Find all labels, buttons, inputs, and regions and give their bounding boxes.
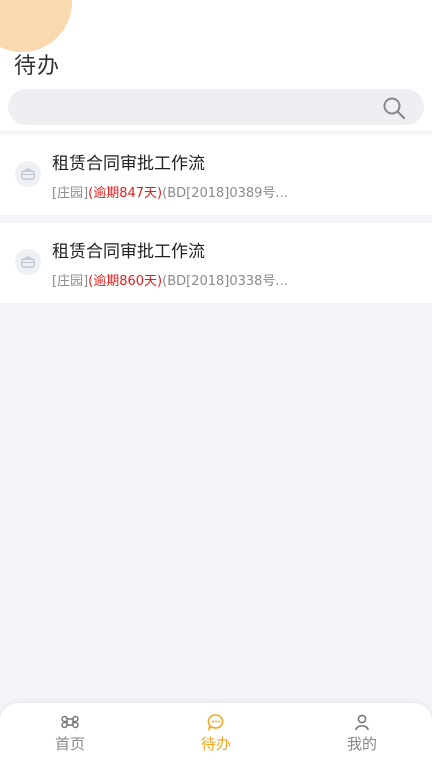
- tab-todo-label: 待办: [200, 735, 231, 753]
- task-subtitle: [庄园](逾期847天)(BD[2018]0389号...: [52, 182, 288, 201]
- task-reference: (BD[2018]0338号...: [162, 274, 288, 289]
- tab-mine[interactable]: 我的: [322, 713, 402, 754]
- overdue-badge: (逾期860天): [88, 274, 163, 289]
- task-title: 租赁合同审批工作流: [52, 154, 205, 174]
- task-reference: (BD[2018]0389号...: [162, 186, 288, 201]
- search-icon[interactable]: [382, 96, 406, 120]
- search-input[interactable]: [8, 89, 424, 125]
- briefcase-icon: [15, 161, 41, 187]
- list-item[interactable]: 租赁合同审批工作流 [庄园](逾期847天)(BD[2018]0389号...: [0, 135, 432, 215]
- user-icon: [355, 714, 369, 731]
- task-title: 租赁合同审批工作流: [52, 242, 205, 262]
- page-title: 待办: [14, 54, 61, 79]
- tab-mine-label: 我的: [346, 735, 377, 753]
- tab-home[interactable]: 首页: [30, 713, 110, 754]
- command-icon: [61, 715, 79, 729]
- header: 待办: [0, 0, 432, 130]
- bottom-tab-bar: 首页 待办 我的: [0, 703, 432, 768]
- briefcase-icon: [15, 249, 41, 275]
- overdue-badge: (逾期847天): [88, 186, 163, 201]
- task-subtitle: [庄园](逾期860天)(BD[2018]0338号...: [52, 270, 288, 289]
- tab-todo[interactable]: 待办: [176, 713, 256, 754]
- task-list: 租赁合同审批工作流 [庄园](逾期847天)(BD[2018]0389号... …: [0, 135, 432, 311]
- task-tag: [庄园]: [52, 186, 89, 201]
- task-tag: [庄园]: [52, 274, 89, 289]
- chat-icon: [207, 714, 224, 731]
- decor-circle: [0, 0, 72, 52]
- list-item[interactable]: 租赁合同审批工作流 [庄园](逾期860天)(BD[2018]0338号...: [0, 223, 432, 303]
- tab-home-label: 首页: [54, 735, 85, 753]
